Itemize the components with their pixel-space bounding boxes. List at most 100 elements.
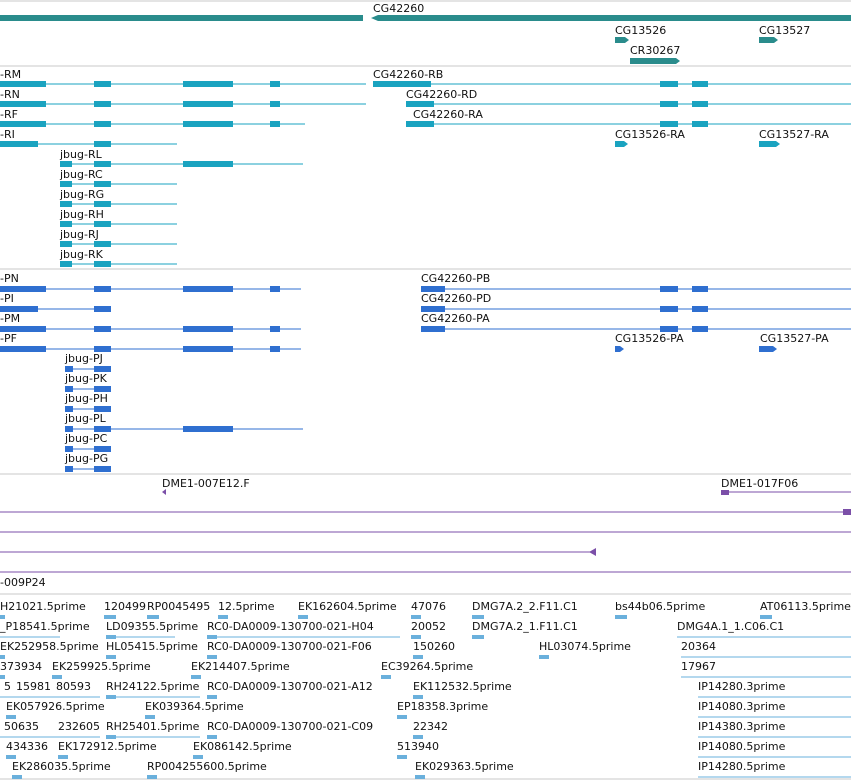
protein-label-cg13526-pa: CG13526-PA	[615, 332, 684, 345]
transcript-rn[interactable]	[0, 101, 366, 107]
est-feature-row-3[interactable]	[0, 655, 851, 659]
est-label: _P18541.5prime	[0, 620, 90, 633]
est-label: IP14280.5prime	[698, 760, 786, 773]
transcript-label-cg13526-ra: CG13526-RA	[615, 128, 685, 141]
gene-label-cg42260: CG42260	[373, 2, 424, 15]
transcript-label-rf: -RF	[0, 108, 18, 121]
est-label: IP14080.3prime	[698, 700, 786, 713]
est-label: DMG7A.2_1.F11.C1	[472, 620, 578, 633]
est-feature-row-8[interactable]	[6, 755, 851, 759]
transcript-rm[interactable]	[0, 81, 366, 87]
est-label: EK172912.5prime	[58, 740, 157, 753]
est-label: RH24122.5prime	[106, 680, 200, 693]
est-label: EK162604.5prime	[298, 600, 397, 613]
est-label: EK214407.5prime	[191, 660, 290, 673]
transcript-jbug-rg[interactable]	[60, 201, 177, 207]
est-track: H21021.5prime 120499 RP0045495 12.5prime…	[0, 600, 851, 779]
protein-label-jbug-pj: jbug-PJ	[64, 352, 103, 365]
protein-pm[interactable]	[0, 326, 301, 332]
est-feature-row-4[interactable]	[0, 675, 851, 679]
transcript-label-jbug-rc: jbug-RC	[59, 168, 103, 181]
clone-label-dme1-017f06: DME1-017F06	[721, 477, 798, 490]
est-label: RC0-DA0009-130700-021-H04	[207, 620, 374, 633]
gene-bar-cg13526[interactable]	[615, 37, 629, 43]
transcript-ri[interactable]	[0, 141, 177, 147]
protein-label-pn: -PN	[0, 272, 19, 285]
transcript-label-rm: -RM	[0, 68, 21, 81]
gene-label-cr30267: CR30267	[630, 44, 680, 57]
est-label: 434336	[6, 740, 48, 753]
protein-cg13526-pa[interactable]	[615, 346, 624, 352]
gene-bar-cr30267[interactable]	[630, 58, 680, 64]
gene-label-cg13527: CG13527	[759, 24, 810, 37]
clone-label-009p24: -009P24	[0, 576, 46, 589]
est-feature-row-5[interactable]	[0, 695, 851, 699]
protein-label-cg42260-pb: CG42260-PB	[421, 272, 490, 285]
est-label: EK039364.5prime	[145, 700, 244, 713]
transcript-label-rn: -RN	[0, 88, 20, 101]
est-feature-row-2[interactable]	[0, 635, 851, 639]
est-feature-row-1[interactable]	[0, 615, 772, 619]
est-label: 5	[4, 680, 11, 693]
clone-long-3[interactable]	[0, 548, 596, 556]
clone-long-1[interactable]	[0, 509, 851, 515]
transcript-jbug-rh[interactable]	[60, 221, 177, 227]
transcript-cg42260-rb[interactable]	[373, 81, 851, 87]
protein-label-pm: -PM	[0, 312, 20, 325]
transcript-jbug-rl[interactable]	[60, 161, 303, 167]
est-label: 150260	[413, 640, 455, 653]
protein-jbug-pg[interactable]	[65, 466, 111, 472]
est-label: 47076	[411, 600, 446, 613]
protein-label-cg42260-pa: CG42260-PA	[421, 312, 490, 325]
est-label: 120499	[104, 600, 146, 613]
transcript-jbug-rk[interactable]	[60, 261, 177, 267]
est-label: bs44b06.5prime	[615, 600, 705, 613]
gene-bar-cg13527[interactable]	[759, 37, 778, 43]
est-label: RC0-DA0009-130700-021-F06	[207, 640, 372, 653]
est-label: RP004255600.5prime	[147, 760, 267, 773]
genome-tracks-canvas: CG42260 CG13526 CG13527 CR30267 -RM -RN	[0, 0, 851, 780]
clone-dme1-017f06[interactable]	[721, 490, 851, 495]
protein-label-jbug-pg: jbug-PG	[64, 452, 108, 465]
est-label: IP14280.3prime	[698, 680, 786, 693]
protein-label-pi: -PI	[0, 292, 14, 305]
transcript-cg13526-ra[interactable]	[615, 141, 628, 147]
est-label: EK086142.5prime	[193, 740, 292, 753]
transcript-cg42260-rd[interactable]	[406, 101, 851, 107]
est-label: 50635	[4, 720, 39, 733]
est-feature-row-7[interactable]	[0, 735, 851, 739]
est-label: 80593	[56, 680, 91, 693]
protein-label-pf: -PF	[0, 332, 17, 345]
est-label: EK112532.5prime	[413, 680, 512, 693]
transcript-label-jbug-rj: jbug-RJ	[59, 228, 99, 241]
est-label: RH25401.5prime	[106, 720, 200, 733]
est-feature-row-9[interactable]	[12, 775, 851, 779]
transcript-jbug-rc[interactable]	[60, 181, 177, 187]
protein-label-jbug-pc: jbug-PC	[64, 432, 108, 445]
transcript-cg13527-ra[interactable]	[759, 141, 780, 147]
protein-label-jbug-pl: jbug-PL	[64, 412, 107, 425]
gene-label-cg13526: CG13526	[615, 24, 666, 37]
transcript-rf[interactable]	[0, 121, 305, 127]
est-label: EK029363.5prime	[415, 760, 514, 773]
gene-bar-cg42260-right[interactable]	[371, 15, 851, 21]
gene-track: CG42260 CG13526 CG13527 CR30267	[0, 2, 851, 64]
gene-bar-cg42260[interactable]	[0, 15, 363, 21]
protein-pf[interactable]	[0, 346, 301, 352]
transcript-label-cg42260-ra: CG42260-RA	[413, 108, 483, 121]
protein-pn[interactable]	[0, 286, 301, 292]
est-label: EK259925.5prime	[52, 660, 151, 673]
protein-label-cg13527-pa: CG13527-PA	[760, 332, 829, 345]
protein-track: -PN -PI -PM -PF CG42260-PB CG42260-PD CG…	[0, 272, 851, 472]
est-label: EP18358.3prime	[397, 700, 488, 713]
est-feature-row-6[interactable]	[6, 715, 851, 719]
est-label: 17967	[681, 660, 716, 673]
transcript-jbug-rj[interactable]	[60, 241, 177, 247]
clone-track: DME1-007E12.F DME1-017F06 -009P24	[0, 477, 851, 589]
est-label: RC0-DA0009-130700-021-A12	[207, 680, 373, 693]
transcript-cg42260-ra[interactable]	[406, 121, 851, 127]
est-label: H21021.5prime	[0, 600, 86, 613]
est-label: HL03074.5prime	[539, 640, 631, 653]
protein-cg13527-pa[interactable]	[759, 346, 777, 352]
transcript-label-cg13527-ra: CG13527-RA	[759, 128, 829, 141]
